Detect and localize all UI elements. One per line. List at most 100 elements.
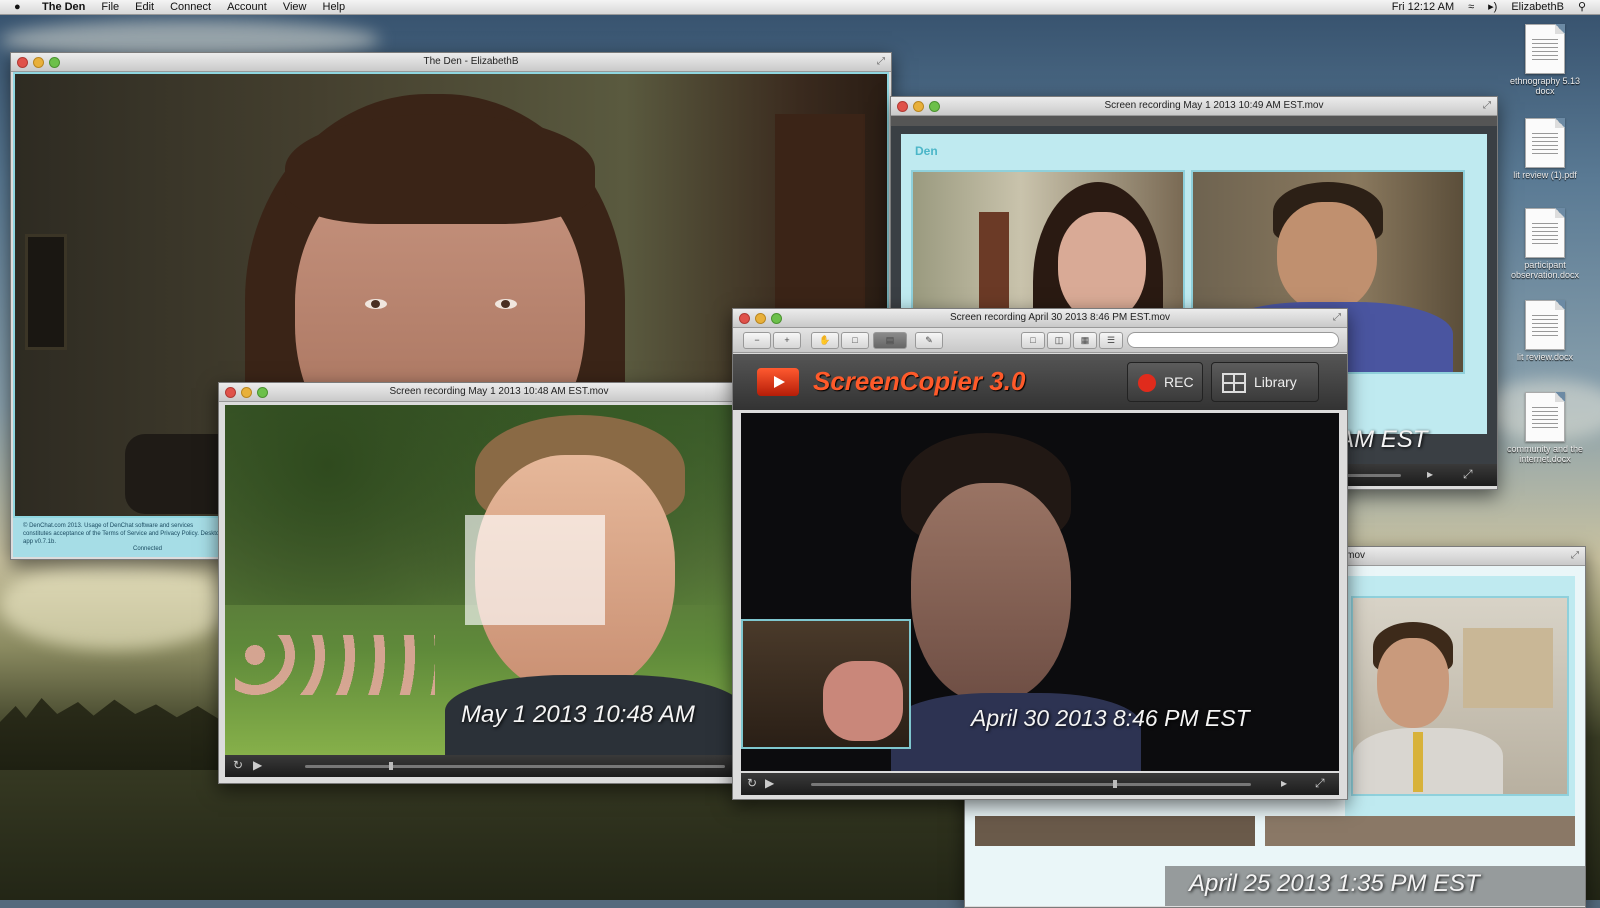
- footer-status-link[interactable]: Connected: [133, 546, 162, 552]
- fullscreen-icon[interactable]: ⤢: [1315, 776, 1325, 791]
- library-button[interactable]: Library: [1211, 362, 1319, 402]
- scrub-track[interactable]: [811, 783, 1251, 786]
- video-night-call: April 30 2013 8:46 PM EST: [741, 413, 1339, 771]
- document-icon: [1525, 300, 1565, 350]
- desktop-file-community[interactable]: community and the internet.docx: [1500, 392, 1590, 464]
- menu-app-name[interactable]: The Den: [42, 0, 85, 14]
- apple-logo-icon[interactable]: ●: [14, 0, 21, 14]
- volume-icon[interactable]: ▸: [1427, 467, 1433, 481]
- layout-single-icon[interactable]: □: [1021, 332, 1045, 349]
- minimize-icon[interactable]: [755, 313, 766, 324]
- volume-icon[interactable]: ▸): [1488, 0, 1497, 14]
- window-title: The Den - ElizabethB: [423, 56, 519, 67]
- window-controls: [225, 387, 268, 398]
- menu-file[interactable]: File: [101, 0, 119, 14]
- rec-label: REC: [1164, 374, 1194, 390]
- pip-self-view: [741, 619, 911, 749]
- volume-icon[interactable]: ▸: [1281, 776, 1287, 790]
- fullscreen-icon[interactable]: ⤢: [1571, 550, 1579, 561]
- view-mode-icon[interactable]: ▤: [873, 332, 907, 349]
- flamingos: [235, 635, 435, 695]
- minimize-icon[interactable]: [913, 101, 924, 112]
- menu-help[interactable]: Help: [323, 0, 346, 14]
- desktop-file-ethnography[interactable]: ethnography 5.13 docx: [1500, 24, 1590, 96]
- bangs: [285, 114, 595, 224]
- zoom-icon[interactable]: [929, 101, 940, 112]
- hand-tool-icon[interactable]: ✋: [811, 332, 839, 349]
- window-titlebar[interactable]: Screen recording May 1 2013 10:48 AM EST…: [219, 383, 739, 402]
- zoom-icon[interactable]: [257, 387, 268, 398]
- document-icon: [1525, 118, 1565, 168]
- playback-controls: ↻ ▶: [225, 755, 739, 777]
- rec-button[interactable]: REC: [1127, 362, 1203, 402]
- shirt: [1353, 728, 1503, 794]
- window-titlebar[interactable]: Screen recording May 1 2013 10:49 AM EST…: [891, 97, 1497, 116]
- window-controls: [897, 101, 940, 112]
- recording-timestamp: April 30 2013 8:46 PM EST: [971, 705, 1250, 731]
- pixelated-face-block: [465, 515, 605, 625]
- minimize-icon[interactable]: [33, 57, 44, 68]
- scrub-knob[interactable]: [1113, 780, 1117, 788]
- recording-window-may1-1048[interactable]: Screen recording May 1 2013 10:48 AM EST…: [218, 382, 740, 784]
- screencopier-header: ScreenCopier 3.0 REC Library: [733, 354, 1347, 410]
- den-logo: Den: [915, 144, 938, 158]
- menu-view[interactable]: View: [283, 0, 307, 14]
- search-input[interactable]: [1127, 332, 1339, 348]
- wifi-icon[interactable]: ≈: [1468, 0, 1474, 14]
- scrub-track[interactable]: [305, 765, 725, 768]
- zoom-icon[interactable]: [49, 57, 60, 68]
- menu-list: The Den File Edit Connect Account View H…: [42, 0, 345, 14]
- scrub-knob[interactable]: [389, 762, 393, 770]
- edit-pencil-icon[interactable]: ✎: [915, 332, 943, 349]
- record-dot-icon: [1138, 374, 1156, 393]
- close-icon[interactable]: [17, 57, 28, 68]
- layout-grid-icon[interactable]: ▦: [1073, 332, 1097, 349]
- layout-list-icon[interactable]: ☰: [1099, 332, 1123, 349]
- app-title: ScreenCopier 3.0: [813, 366, 1026, 396]
- desktop-file-lit-review-pdf[interactable]: lit review (1).pdf: [1500, 118, 1590, 180]
- loop-icon[interactable]: ↻: [233, 758, 243, 772]
- minimize-icon[interactable]: [241, 387, 252, 398]
- play-icon[interactable]: ▶: [765, 776, 774, 790]
- loop-icon[interactable]: ↻: [747, 776, 757, 790]
- fullscreen-icon[interactable]: ⤢: [877, 56, 885, 67]
- clock[interactable]: Fri 12:12 AM: [1392, 0, 1454, 14]
- zoom-in-icon[interactable]: +: [773, 332, 801, 349]
- fullscreen-icon[interactable]: ⤢: [1483, 100, 1491, 111]
- playback-controls: ↻ ▶ ▸ ⤢: [741, 773, 1339, 795]
- desktop-file-participant-observation[interactable]: participant observation.docx: [1500, 208, 1590, 280]
- window-titlebar[interactable]: Screen recording April 30 2013 8:46 PM E…: [733, 309, 1347, 328]
- fullscreen-icon[interactable]: ⤢: [1463, 467, 1473, 482]
- face: [911, 483, 1071, 703]
- fullscreen-icon[interactable]: ⤢: [1333, 312, 1341, 323]
- select-tool-icon[interactable]: □: [841, 332, 869, 349]
- recording-timestamp: May 1 2013 10:48 AM: [461, 701, 695, 728]
- zoom-out-icon[interactable]: −: [743, 332, 771, 349]
- close-icon[interactable]: [897, 101, 908, 112]
- play-icon[interactable]: ▶: [253, 758, 262, 772]
- close-icon[interactable]: [739, 313, 750, 324]
- menu-edit[interactable]: Edit: [135, 0, 154, 14]
- layout-split-icon[interactable]: ◫: [1047, 332, 1071, 349]
- window-title: Screen recording May 1 2013 10:49 AM EST…: [1104, 100, 1324, 111]
- file-label: lit review (1).pdf: [1513, 170, 1577, 180]
- footer-legal: © DenChat.com 2013. Usage of DenChat sof…: [23, 523, 223, 545]
- window-controls: [17, 57, 60, 68]
- user-menu[interactable]: ElizabethB: [1511, 0, 1564, 14]
- window-titlebar[interactable]: The Den - ElizabethB ⤢: [11, 53, 891, 72]
- desktop-file-lit-review-docx[interactable]: lit review.docx: [1500, 300, 1590, 362]
- toolbar: − + ✋ □ ▤ ✎ □ ◫ ▦ ☰: [733, 328, 1347, 353]
- screencopier-window[interactable]: Screen recording April 30 2013 8:46 PM E…: [732, 308, 1348, 800]
- face: [1277, 202, 1377, 312]
- close-icon[interactable]: [225, 387, 236, 398]
- menu-extras: Fri 12:12 AM ≈ ▸) ElizabethB ⚲: [1392, 0, 1586, 14]
- menu-account[interactable]: Account: [227, 0, 267, 14]
- eye: [495, 299, 517, 309]
- menu-connect[interactable]: Connect: [170, 0, 211, 14]
- eye: [365, 299, 387, 309]
- zoom-icon[interactable]: [771, 313, 782, 324]
- file-label: community and the internet.docx: [1506, 444, 1584, 464]
- spotlight-search-icon[interactable]: ⚲: [1578, 0, 1586, 14]
- screencopier-logo-icon: [757, 368, 799, 396]
- document-icon: [1525, 24, 1565, 74]
